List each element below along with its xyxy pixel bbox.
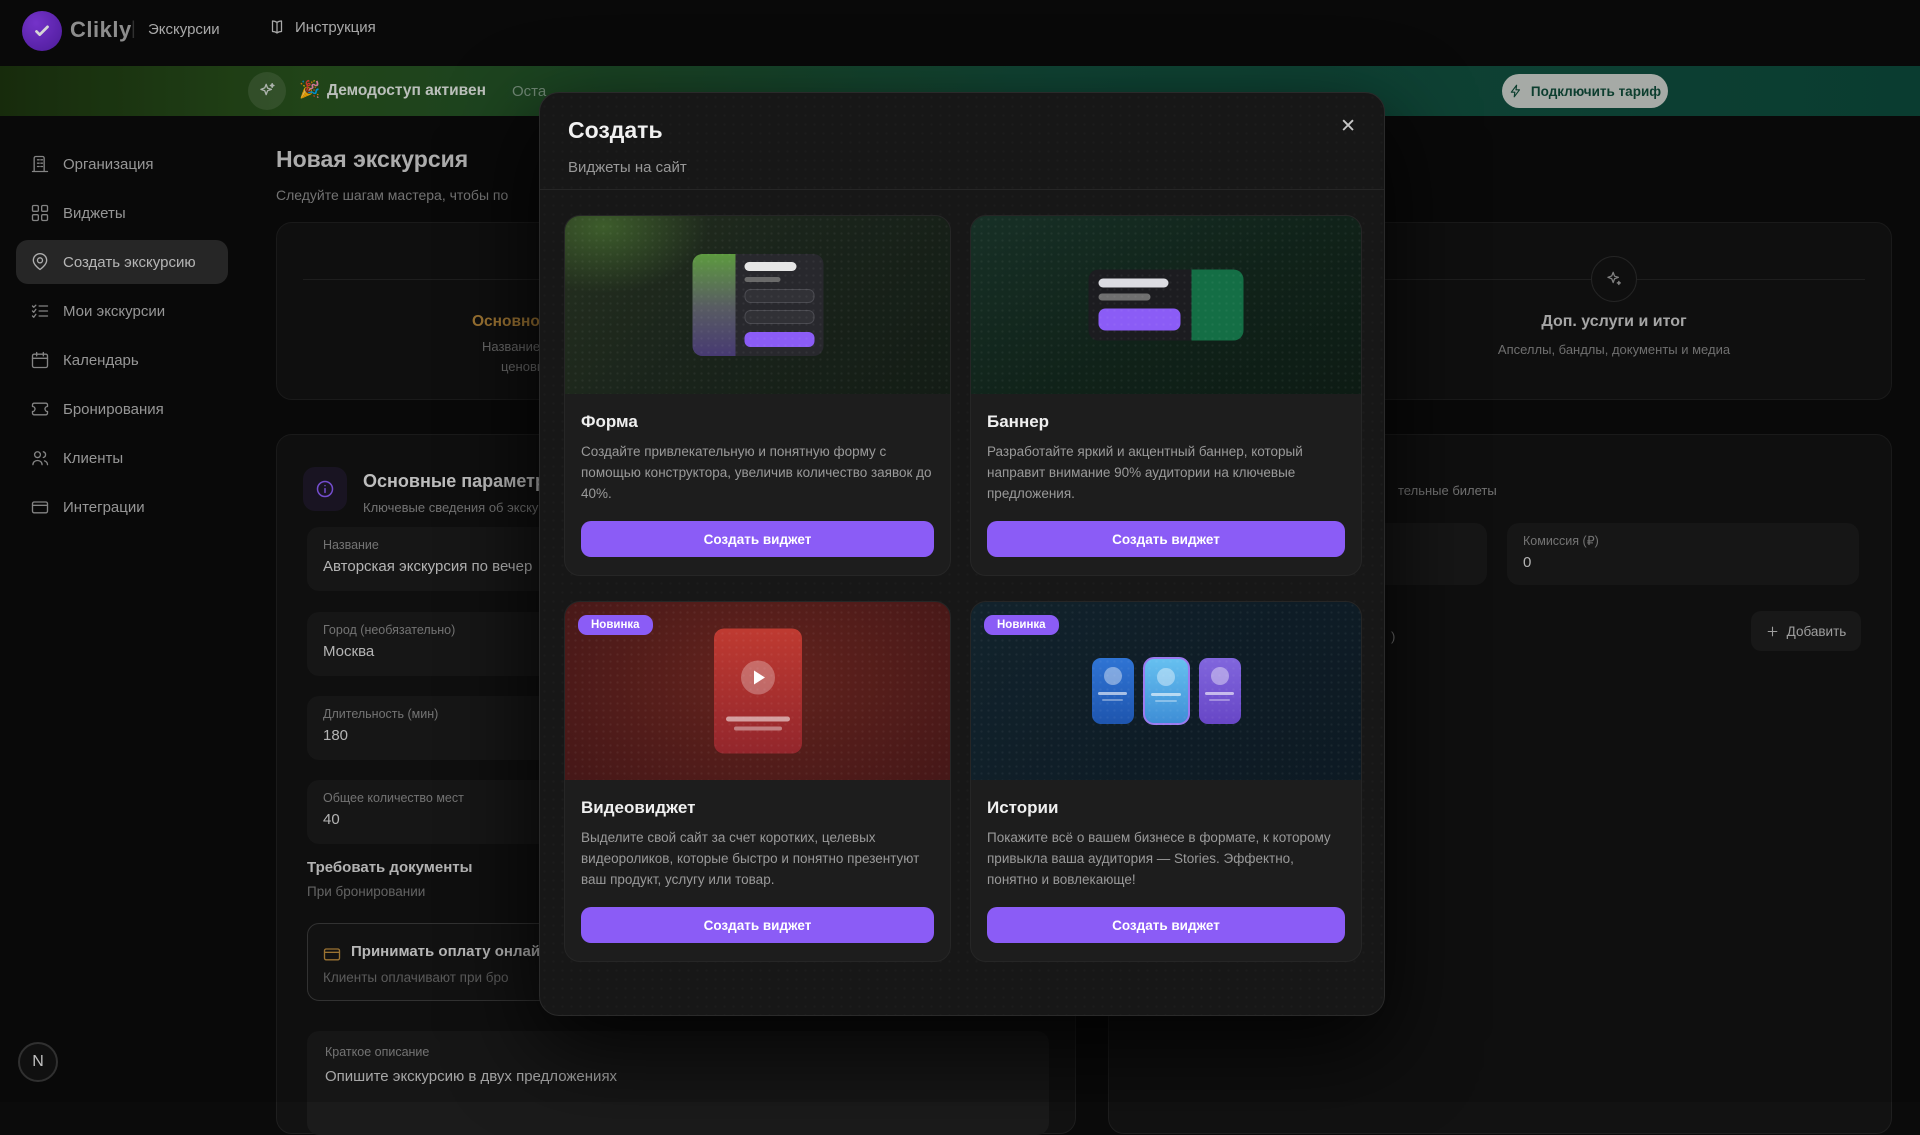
widget-card-video: Новинка Видеовиджет Выделите свой сайт з… — [564, 601, 951, 962]
widget-title: Баннер — [987, 412, 1345, 432]
stories-art: Новинка — [971, 602, 1361, 780]
modal-title: Создать — [568, 117, 663, 144]
widget-card-banner: Баннер Разработайте яркий и акцентный ба… — [970, 215, 1362, 576]
modal-subtitle: Виджеты на сайт — [568, 159, 687, 176]
banner-art — [971, 216, 1361, 394]
widget-title: Форма — [581, 412, 934, 432]
create-widget-button-video[interactable]: Создать виджет — [581, 907, 934, 943]
widget-cards-grid: Форма Создайте привлекательную и понятну… — [564, 215, 1362, 962]
form-mockup — [692, 254, 823, 356]
widget-card-stories: Новинка Истории Покажите всё о вашем биз… — [970, 601, 1362, 962]
modal-header-divider — [540, 189, 1384, 190]
close-icon[interactable]: ✕ — [1336, 111, 1360, 142]
video-mockup — [714, 629, 802, 754]
new-badge: Новинка — [984, 615, 1059, 635]
form-art — [565, 216, 950, 394]
widget-description: Выделите свой сайт за счет коротких, цел… — [581, 828, 934, 894]
widget-description: Покажите всё о вашем бизнесе в формате, … — [987, 828, 1345, 894]
create-widget-button-banner[interactable]: Создать виджет — [987, 521, 1345, 557]
widget-description: Создайте привлекательную и понятную форм… — [581, 442, 934, 508]
widget-title: Истории — [987, 798, 1345, 818]
banner-mockup — [1089, 270, 1244, 341]
create-widget-button-form[interactable]: Создать виджет — [581, 521, 934, 557]
widget-title: Видеовиджет — [581, 798, 934, 818]
video-art: Новинка — [565, 602, 950, 780]
widget-description: Разработайте яркий и акцентный баннер, к… — [987, 442, 1345, 508]
new-badge: Новинка — [578, 615, 653, 635]
play-icon — [741, 661, 775, 695]
create-widget-modal: Создать ✕ Виджеты на сайт Форма — [539, 92, 1385, 1016]
widget-card-form: Форма Создайте привлекательную и понятну… — [564, 215, 951, 576]
create-widget-button-stories[interactable]: Создать виджет — [987, 907, 1345, 943]
